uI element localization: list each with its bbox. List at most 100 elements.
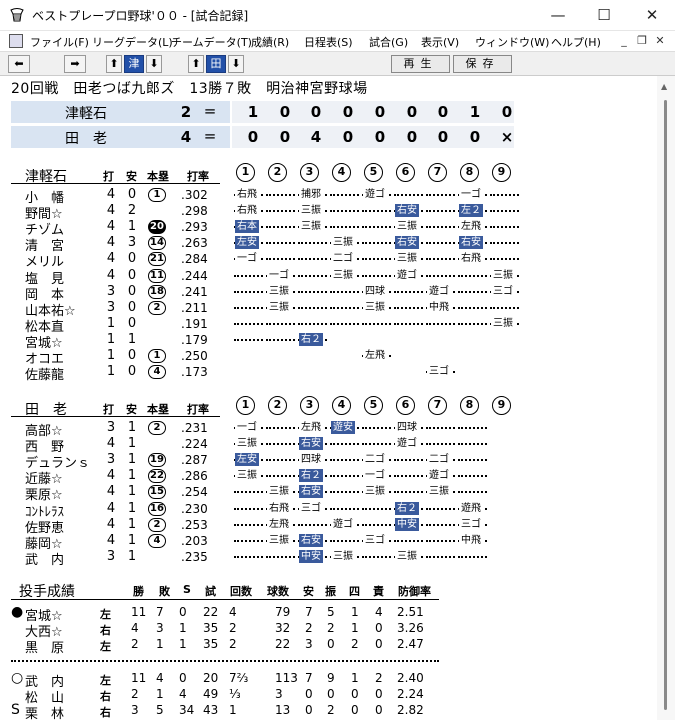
away-at-bat-result[interactable]: 三振 — [299, 220, 323, 234]
away-at-bat-result[interactable]: 左飛 — [363, 349, 387, 362]
team-a-up-arrow-icon[interactable]: ⬆ — [106, 55, 122, 73]
home-player-ab: 3 — [106, 548, 116, 564]
home-at-bat-result[interactable]: 中飛 — [459, 533, 483, 547]
home-at-bat-result[interactable]: 三振 — [427, 485, 451, 499]
away-at-bat-result[interactable]: 右飛 — [235, 188, 259, 201]
prev-game-arrow-icon[interactable]: ⬅ — [8, 55, 30, 73]
home-at-bat-result[interactable]: 二ゴ — [427, 453, 451, 467]
menu-window[interactable]: ウィンドウ(W) — [475, 34, 549, 50]
home-at-bat-result[interactable]: 三振 — [363, 485, 387, 499]
home-at-bat-result[interactable]: 中安 — [395, 517, 419, 531]
home-at-bat-result[interactable]: 右安 — [299, 533, 323, 547]
team-b-down-arrow-icon[interactable]: ⬇ — [228, 55, 244, 73]
home-at-bat-result[interactable]: 右安 — [299, 437, 323, 451]
vertical-scrollbar[interactable]: ▲ — [657, 76, 675, 720]
home-at-bat-result[interactable]: 遊安 — [331, 421, 355, 434]
menu-schedule[interactable]: 日程表(S) — [304, 34, 353, 50]
away-at-bat-result[interactable]: 遊ゴ — [363, 188, 387, 201]
close-button[interactable]: ✕ — [629, 0, 675, 31]
away-at-bat-result[interactable]: 三振 — [331, 236, 355, 250]
away-at-bat-result[interactable]: 三振 — [395, 220, 419, 234]
home-at-bat-result[interactable]: 右２ — [299, 469, 323, 483]
away-at-bat-result[interactable]: 一ゴ — [459, 188, 483, 201]
home-at-bat-result[interactable]: 三振 — [235, 469, 259, 483]
mdi-close-icon[interactable]: ✕ — [652, 34, 668, 48]
home-at-bat-result[interactable]: 三ゴ — [459, 517, 483, 531]
away-at-bat-result[interactable]: 右本 — [235, 220, 259, 234]
scroll-up-icon[interactable]: ▲ — [661, 82, 667, 91]
menu-stats[interactable]: 成績(R) — [251, 34, 289, 50]
away-at-bat-result[interactable]: 左２ — [459, 204, 483, 218]
menu-help[interactable]: ヘルプ(H) — [551, 34, 601, 50]
home-at-bat-result[interactable]: 三振 — [267, 485, 291, 499]
home-at-bat-result[interactable]: 三振 — [235, 437, 259, 451]
home-at-bat-result[interactable]: 一ゴ — [235, 421, 259, 434]
away-at-bat-result[interactable]: 右２ — [299, 332, 323, 346]
away-at-bat-result[interactable]: 捕邪 — [299, 188, 323, 201]
team-a-down-arrow-icon[interactable]: ⬇ — [146, 55, 162, 73]
away-at-bat-result[interactable]: 右飛 — [459, 252, 483, 266]
home-at-bat-result[interactable]: 四球 — [395, 421, 419, 434]
home-at-bat-result[interactable]: 遊ゴ — [395, 437, 419, 451]
away-at-bat-result[interactable]: 三振 — [491, 316, 515, 330]
save-button[interactable]: 保存 — [453, 55, 512, 73]
menu-league-data[interactable]: リーグデータ(L) — [92, 34, 173, 50]
home-at-bat-result[interactable]: 三振 — [331, 549, 355, 563]
team-b-up-arrow-icon[interactable]: ⬆ — [188, 55, 204, 73]
away-at-bat-result[interactable]: 右安 — [395, 236, 419, 250]
away-at-bat-result[interactable]: 一ゴ — [267, 268, 291, 282]
scrollbar-thumb[interactable] — [664, 100, 667, 710]
home-at-bat-result[interactable]: 右安 — [299, 485, 323, 499]
home-at-bat-result[interactable]: 左飛 — [267, 517, 291, 531]
home-at-bat-result[interactable]: 右２ — [395, 501, 419, 515]
home-at-bat-result[interactable]: 遊飛 — [459, 501, 483, 515]
away-at-bat-result[interactable]: 左安 — [235, 236, 259, 250]
away-at-bat-result[interactable]: 三ゴ — [427, 365, 451, 379]
home-at-bat-result[interactable]: 三ゴ — [363, 533, 387, 547]
menu-game[interactable]: 試合(G) — [369, 34, 408, 50]
away-at-bat-result[interactable]: 三振 — [363, 300, 387, 314]
home-at-bat-result[interactable]: 遊ゴ — [427, 469, 451, 483]
mdi-restore-icon[interactable]: ❐ — [634, 34, 650, 48]
minimize-button[interactable]: — — [535, 0, 581, 31]
menu-view[interactable]: 表示(V) — [421, 34, 459, 50]
away-at-bat-result[interactable]: 四球 — [363, 284, 387, 298]
home-at-bat-result[interactable]: 三振 — [395, 549, 419, 563]
next-game-arrow-icon[interactable]: ➡ — [64, 55, 86, 73]
document-icon[interactable] — [9, 34, 23, 48]
home-at-bat-result[interactable]: 左安 — [235, 453, 259, 467]
away-at-bat-result[interactable]: 三振 — [267, 284, 291, 298]
home-pitcher-g: 43 — [203, 703, 219, 717]
replay-button[interactable]: 再生 — [391, 55, 450, 73]
home-at-bat-result[interactable]: 一ゴ — [363, 469, 387, 483]
away-at-bat-result[interactable]: 三振 — [331, 268, 355, 282]
mdi-minimize-icon[interactable]: _ — [616, 34, 632, 48]
away-at-bat-result[interactable]: 右安 — [395, 204, 419, 218]
away-at-bat-result[interactable]: 二ゴ — [331, 252, 355, 266]
team-b-button[interactable]: 田 — [206, 55, 226, 73]
home-at-bat-result[interactable]: 右飛 — [267, 501, 291, 515]
maximize-button[interactable]: ☐ — [581, 0, 627, 31]
home-at-bat-result[interactable]: 三振 — [267, 533, 291, 547]
home-at-bat-result[interactable]: 左飛 — [299, 421, 323, 434]
home-at-bat-result[interactable]: 中安 — [299, 549, 323, 563]
home-at-bat-result[interactable]: 二ゴ — [363, 453, 387, 467]
away-at-bat-result[interactable]: 三振 — [491, 268, 515, 282]
away-at-bat-result[interactable]: 中飛 — [427, 300, 451, 314]
team-a-button[interactable]: 津 — [124, 55, 144, 73]
menu-file[interactable]: ファイル(F) — [30, 34, 89, 50]
away-at-bat-result[interactable]: 遊ゴ — [427, 284, 451, 298]
away-at-bat-result[interactable]: 右飛 — [235, 204, 259, 218]
home-at-bat-result[interactable]: 三ゴ — [299, 501, 323, 515]
menu-team-data[interactable]: チームデータ(T) — [171, 34, 252, 50]
away-at-bat-result[interactable]: 三振 — [267, 300, 291, 314]
away-at-bat-result[interactable]: 左飛 — [459, 220, 483, 234]
home-at-bat-result[interactable]: 四球 — [299, 453, 323, 467]
away-at-bat-result[interactable]: 遊ゴ — [395, 268, 419, 282]
home-at-bat-result[interactable]: 遊ゴ — [331, 517, 355, 531]
away-at-bat-result[interactable]: 三振 — [395, 252, 419, 266]
away-at-bat-result[interactable]: 右安 — [459, 236, 483, 250]
away-at-bat-result[interactable]: 一ゴ — [235, 252, 259, 266]
away-at-bat-result[interactable]: 三振 — [299, 204, 323, 218]
away-at-bat-result[interactable]: 三ゴ — [491, 284, 515, 298]
